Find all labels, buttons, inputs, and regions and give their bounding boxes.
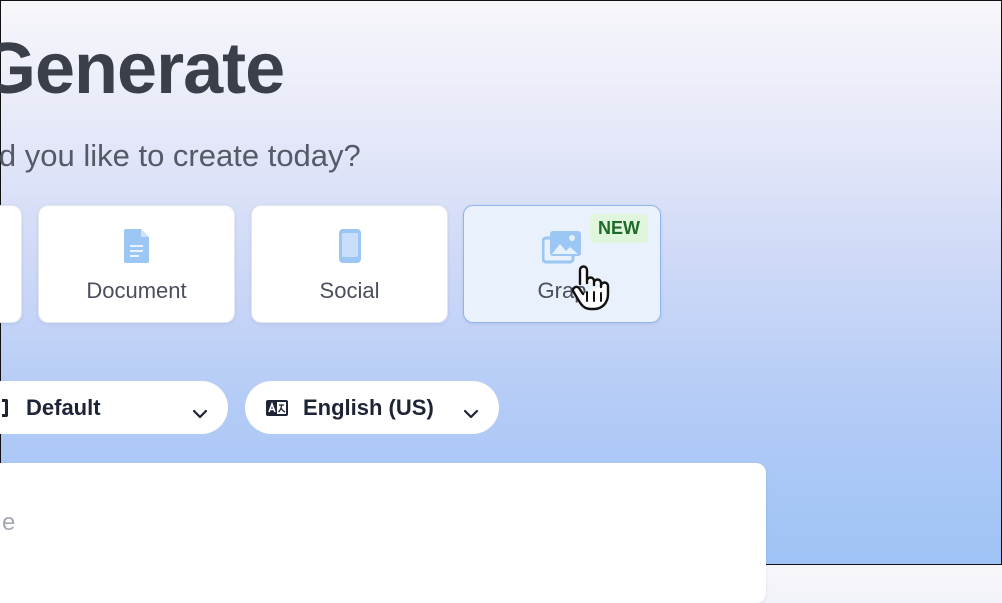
phone-icon: [338, 228, 362, 269]
chevron-down-icon: [463, 400, 479, 426]
document-icon: [123, 228, 151, 269]
theme-icon: [2, 398, 8, 417]
page-title: Generate: [0, 29, 285, 109]
option-card-document[interactable]: Document: [38, 205, 235, 323]
language-icon: [265, 399, 289, 417]
option-label-graphic: Grap: [537, 278, 587, 303]
option-label-social: Social: [319, 278, 380, 303]
option-card-graphic[interactable]: NEW Grap: [463, 205, 661, 323]
new-badge: NEW: [590, 214, 648, 243]
prompt-placeholder: e: [2, 509, 16, 536]
hand-pointer-icon: [566, 262, 610, 317]
option-card-partial[interactable]: [0, 205, 22, 323]
theme-select[interactable]: Default: [0, 381, 228, 434]
chevron-down-icon: [192, 400, 208, 426]
option-card-social[interactable]: Social: [251, 205, 448, 323]
page-subtitle: ld you like to create today?: [0, 138, 361, 173]
language-select-value: English (US): [303, 394, 434, 420]
prompt-input[interactable]: e: [0, 463, 766, 603]
option-label-document: Document: [86, 278, 187, 303]
language-select[interactable]: English (US): [245, 381, 499, 434]
theme-select-value: Default: [26, 394, 101, 420]
